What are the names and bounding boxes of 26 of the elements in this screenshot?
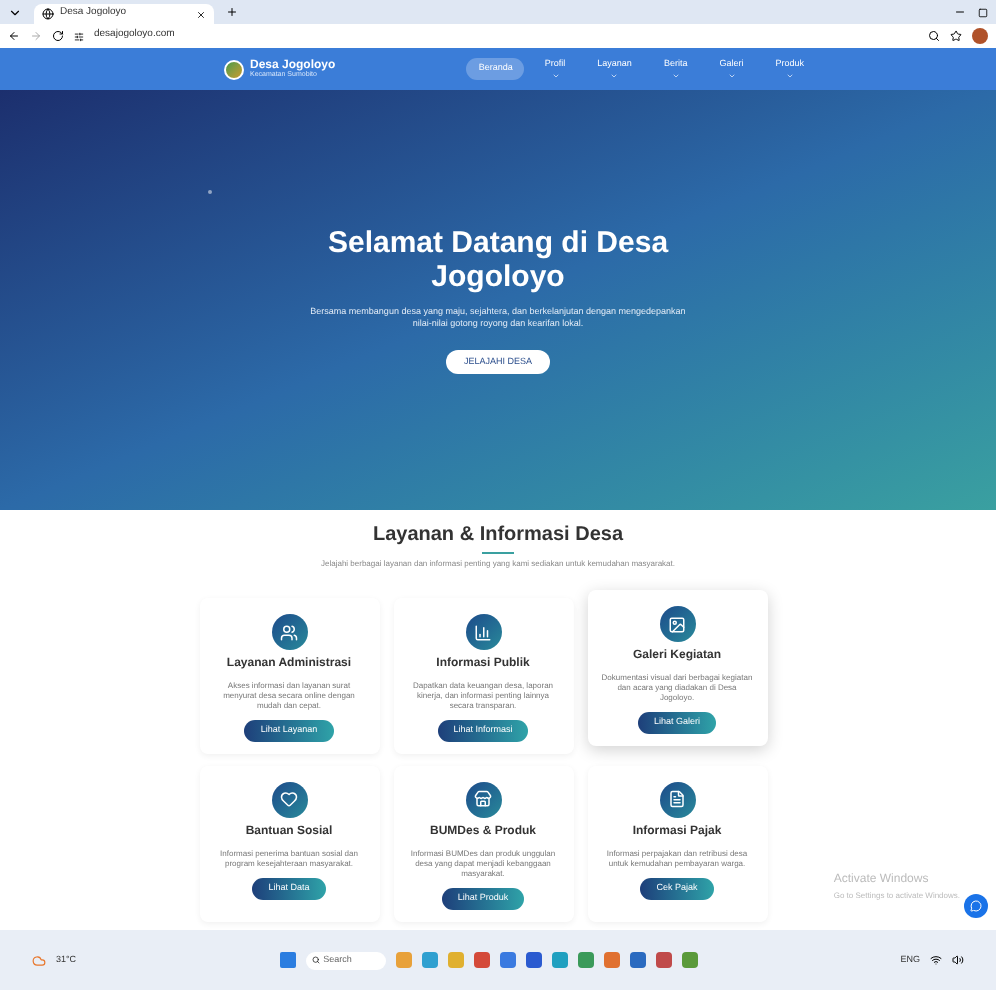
hero-title: Selamat Datang di Desa Jogoloyo bbox=[325, 225, 671, 294]
chat-icon bbox=[970, 900, 982, 912]
document-icon bbox=[659, 781, 695, 818]
weather-icon bbox=[32, 953, 46, 967]
section-title: Layanan & Informasi Desa bbox=[372, 522, 624, 550]
site-info-icon[interactable] bbox=[74, 31, 84, 41]
search-icon bbox=[311, 956, 320, 964]
zoom-icon[interactable] bbox=[928, 30, 940, 42]
star-icon[interactable] bbox=[950, 30, 962, 42]
image-icon bbox=[659, 606, 695, 642]
chat-button[interactable] bbox=[964, 894, 988, 918]
globe-icon bbox=[42, 8, 54, 20]
logo-icon bbox=[224, 59, 244, 79]
avatar-icon[interactable] bbox=[972, 28, 988, 44]
volume-icon[interactable] bbox=[952, 954, 965, 966]
wifi-icon[interactable] bbox=[930, 954, 943, 966]
people-icon bbox=[271, 614, 307, 650]
chart-icon bbox=[465, 614, 501, 650]
new-tab-icon[interactable] bbox=[226, 6, 238, 18]
reload-icon[interactable] bbox=[52, 30, 64, 42]
tab-list-icon[interactable] bbox=[8, 5, 22, 19]
maximize-icon[interactable] bbox=[978, 7, 988, 17]
back-icon[interactable] bbox=[8, 30, 20, 42]
minimize-icon[interactable] bbox=[954, 6, 966, 18]
store-icon bbox=[465, 781, 501, 818]
start-icon[interactable] bbox=[279, 952, 296, 968]
